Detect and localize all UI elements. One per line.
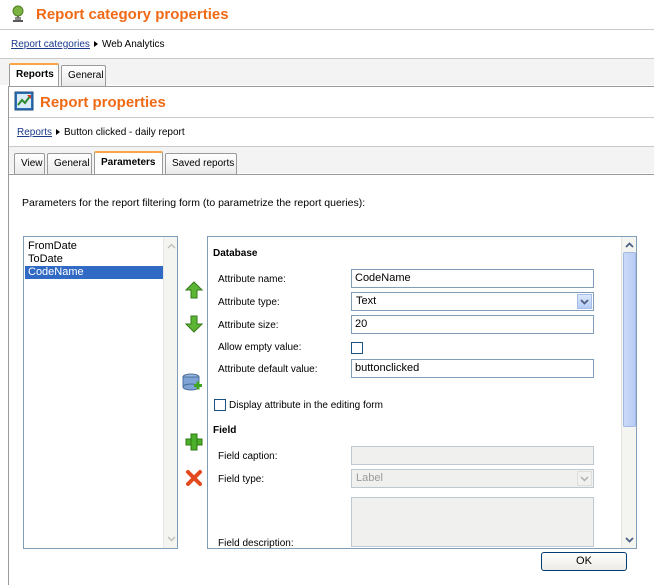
field-caption-input[interactable] <box>351 446 594 465</box>
report-properties-title: Report properties <box>40 94 166 111</box>
report-breadcrumb: Reports Button clicked - daily report <box>17 127 185 138</box>
divider <box>8 86 654 87</box>
divider <box>9 174 654 175</box>
default-value-label: Attribute default value: <box>218 364 318 375</box>
ok-button[interactable]: OK <box>541 552 627 571</box>
allow-empty-checkbox[interactable] <box>351 342 363 354</box>
attribute-type-select[interactable]: Text <box>351 292 594 311</box>
allow-empty-label: Allow empty value: <box>218 342 302 353</box>
field-description-label: Field description: <box>218 538 294 549</box>
tab-general-outer-label: General <box>68 70 104 81</box>
category-icon <box>10 5 26 23</box>
field-type-value: Label <box>356 472 383 484</box>
page-title: Report category properties <box>36 6 229 23</box>
tab-reports[interactable]: Reports <box>9 63 59 87</box>
breadcrumb-current-report: Button clicked - daily report <box>64 127 185 138</box>
add-attribute-icon[interactable] <box>183 431 205 453</box>
attributes-listbox[interactable]: FromDate ToDate CodeName <box>23 236 178 549</box>
move-up-icon[interactable] <box>183 279 205 301</box>
attribute-size-label: Attribute size: <box>218 320 279 331</box>
scroll-down-icon[interactable] <box>622 533 636 547</box>
tab-view[interactable]: View <box>14 153 45 175</box>
tab-reports-label: Reports <box>16 69 54 80</box>
breadcrumb-current: Web Analytics <box>101 39 165 50</box>
tab-parameters-label: Parameters <box>101 157 156 168</box>
attribute-name-label: Attribute name: <box>218 274 286 285</box>
scroll-up-icon[interactable] <box>622 238 636 252</box>
list-item-codename[interactable]: CodeName <box>25 266 164 279</box>
tab-parameters[interactable]: Parameters <box>94 151 163 175</box>
scroll-down-icon[interactable] <box>164 532 178 546</box>
attribute-type-label: Attribute type: <box>218 297 280 308</box>
tab-general-inner[interactable]: General <box>47 153 92 175</box>
default-value-input[interactable]: buttonclicked <box>351 359 594 378</box>
tab-saved-reports[interactable]: Saved reports <box>165 153 237 175</box>
display-in-form-label: Display attribute in the editing form <box>229 400 383 411</box>
parameters-description: Parameters for the report filtering form… <box>22 197 366 209</box>
scrollbar-thumb[interactable] <box>623 252 636 427</box>
tab-general-inner-label: General <box>54 158 90 169</box>
list-item-todate[interactable]: ToDate <box>25 253 164 266</box>
field-caption-label: Field caption: <box>218 451 278 462</box>
attribute-name-input[interactable]: CodeName <box>351 269 594 288</box>
attribute-size-input[interactable]: 20 <box>351 315 594 334</box>
breadcrumb-separator-icon <box>93 40 98 47</box>
properties-scrollbar[interactable] <box>621 237 636 548</box>
field-description-textarea[interactable] <box>351 497 594 547</box>
list-item-fromdate[interactable]: FromDate <box>25 240 164 253</box>
display-in-form-checkbox[interactable] <box>214 399 226 411</box>
divider <box>9 117 654 118</box>
breadcrumb-link-report-categories[interactable]: Report categories <box>11 39 90 50</box>
field-type-select[interactable]: Label <box>351 469 594 488</box>
chevron-down-icon[interactable] <box>577 294 592 309</box>
attribute-type-value: Text <box>356 295 377 307</box>
field-section-title: Field <box>213 425 237 436</box>
tab-view-label: View <box>21 158 43 169</box>
tab-general-outer[interactable]: General <box>61 65 106 87</box>
delete-attribute-icon[interactable] <box>183 467 205 489</box>
divider <box>0 29 654 30</box>
scroll-up-icon[interactable] <box>164 239 178 253</box>
database-section-title: Database <box>213 248 258 259</box>
field-type-label: Field type: <box>218 474 265 485</box>
add-system-attribute-icon[interactable] <box>181 371 203 393</box>
move-down-icon[interactable] <box>183 313 205 335</box>
chevron-down-icon[interactable] <box>577 471 592 486</box>
breadcrumb-separator-icon <box>56 128 61 135</box>
breadcrumb-link-reports[interactable]: Reports <box>17 127 52 138</box>
breadcrumb: Report categories Web Analytics <box>11 39 165 50</box>
tab-saved-reports-label: Saved reports <box>172 158 235 169</box>
attribute-properties-panel: Database Attribute name: CodeName Attrib… <box>207 236 637 549</box>
attributes-list-scrollbar[interactable] <box>163 237 177 548</box>
report-icon <box>14 91 34 111</box>
